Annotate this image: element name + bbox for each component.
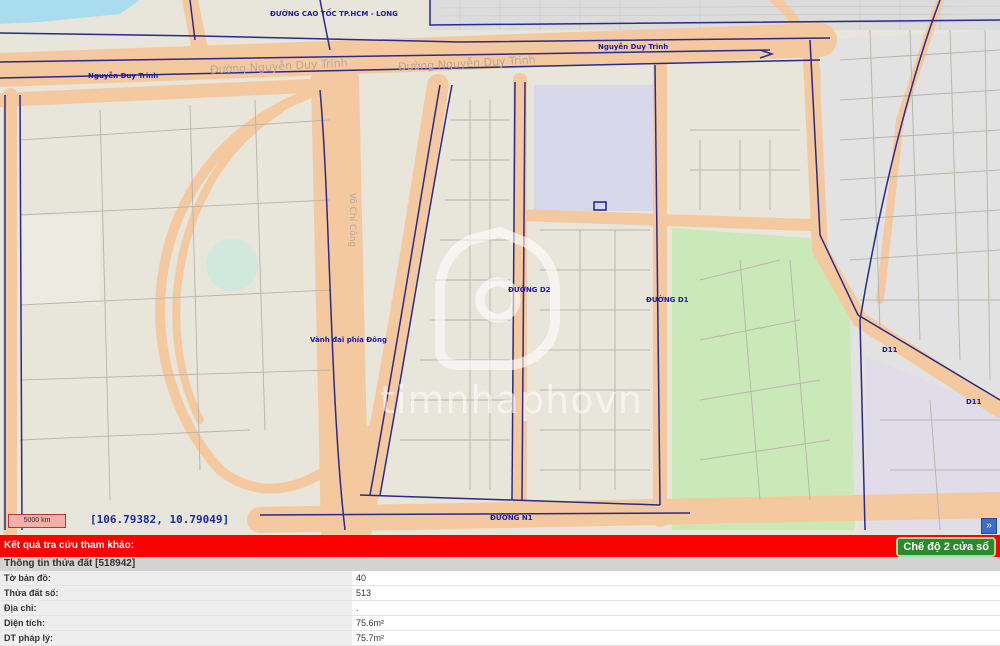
row-label: Tờ bản đồ: <box>0 571 352 586</box>
road-label-highway: ĐƯỜNG CAO TỐC TP.HCM - LONG <box>270 10 398 18</box>
expand-panel-icon[interactable]: » <box>981 518 997 534</box>
parcel-info-table: Tờ bản đồ: 40 Thửa đất số: 513 Địa chỉ: … <box>0 571 1000 646</box>
row-value: 75.6m² <box>352 615 1000 631</box>
table-row: Thửa đất số: 513 <box>0 585 1000 601</box>
row-label: DT pháp lý: <box>0 630 352 646</box>
road-label-vanh-dai: Vành đai phía Đông <box>310 336 387 344</box>
row-value: 513 <box>352 585 1000 601</box>
row-value: 40 <box>352 571 1000 586</box>
table-row: Diện tích: 75.6m² <box>0 615 1000 631</box>
result-header-bar: Kết quả tra cứu tham khảo: Chế độ 2 cửa … <box>0 535 1000 557</box>
row-label: Địa chỉ: <box>0 600 352 616</box>
table-row: Tờ bản đồ: 40 <box>0 571 1000 586</box>
watermark-text: timnhaphovn <box>380 378 643 422</box>
table-row: DT pháp lý: 75.7m² <box>0 630 1000 646</box>
road-label-duong-n1: ĐƯỜNG N1 <box>490 514 533 522</box>
road-label-vo-chi-cong: Võ Chí Công <box>347 192 358 248</box>
road-label-d11-b: D11 <box>966 398 982 406</box>
two-window-mode-button[interactable]: Chế độ 2 cửa sổ <box>896 537 996 557</box>
row-label: Thửa đất số: <box>0 585 352 601</box>
road-label-nguyen-duy-trinh-left: Nguyễn Duy Trinh <box>88 72 159 80</box>
row-label: Diện tích: <box>0 615 352 631</box>
table-row: Địa chỉ: . <box>0 600 1000 616</box>
map-viewport[interactable]: ĐƯỜNG CAO TỐC TP.HCM - LONG Nguyễn Duy T… <box>0 0 1000 535</box>
road-label-duong-d1: ĐƯỜNG D1 <box>646 296 689 304</box>
coordinate-readout: [106.79382, 10.79049] <box>90 513 230 526</box>
row-value: 75.7m² <box>352 630 1000 646</box>
road-label-nguyen-duy-trinh-right: Nguyễn Duy Trinh <box>598 43 669 51</box>
scale-bar: 5000 km <box>8 514 66 528</box>
road-label-duong-d2: ĐƯỜNG D2 <box>508 286 551 294</box>
road-label-d11-a: D11 <box>882 346 898 354</box>
parcel-info-heading: Thông tin thửa đất [518942] <box>0 557 1000 571</box>
map-canvas[interactable] <box>0 0 1000 535</box>
row-value: . <box>352 600 1000 616</box>
result-title: Kết quả tra cứu tham khảo: <box>4 540 135 551</box>
